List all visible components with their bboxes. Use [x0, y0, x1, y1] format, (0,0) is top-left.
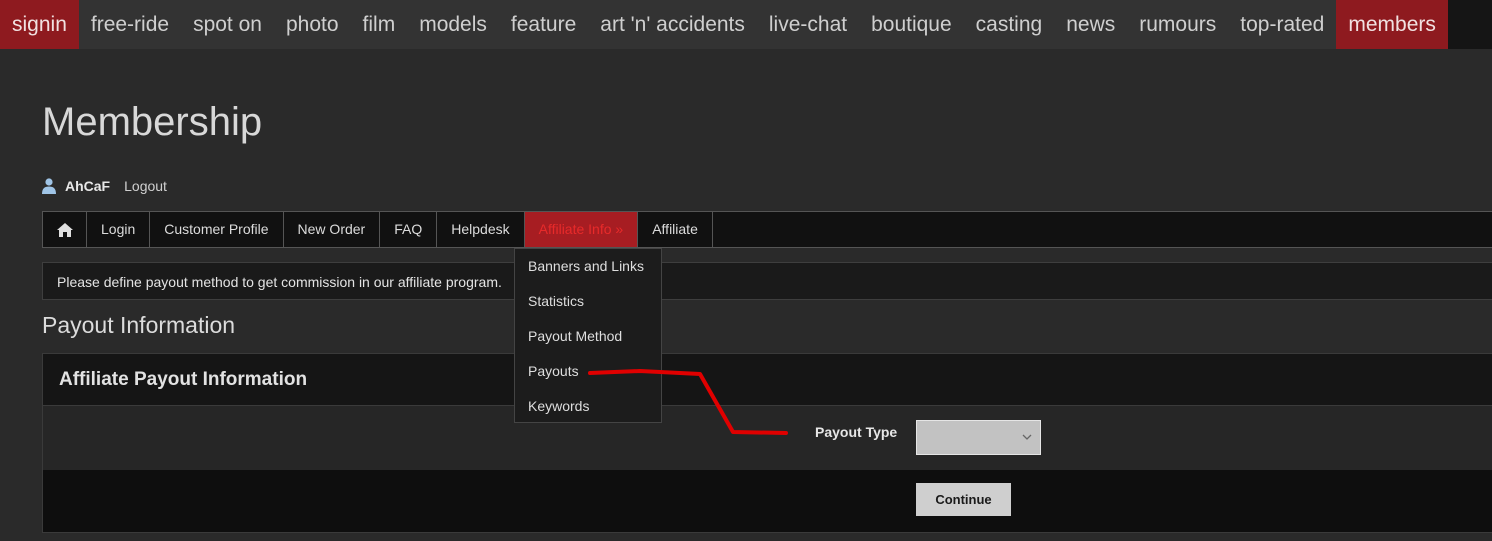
nav-free-ride[interactable]: free-ride [78, 0, 182, 49]
affiliate-info-dropdown: Banners and Links Statistics Payout Meth… [514, 248, 662, 423]
tab-affiliate[interactable]: Affiliate [638, 212, 713, 247]
menu-item-statistics[interactable]: Statistics [515, 284, 661, 319]
tab-affiliate-info-label: Affiliate Info [538, 221, 612, 237]
nav-spot-on[interactable]: spot on [181, 0, 274, 49]
nav-models[interactable]: models [407, 0, 499, 49]
username: AhCaF [65, 178, 111, 194]
menu-item-payouts[interactable]: Payouts [515, 354, 661, 389]
top-nav: signin free-ride spot on photo film mode… [0, 0, 1492, 49]
home-icon [56, 222, 73, 237]
nav-casting[interactable]: casting [963, 0, 1055, 49]
nav-members[interactable]: members [1336, 0, 1448, 49]
nav-live-chat[interactable]: live-chat [756, 0, 860, 49]
nav-news[interactable]: news [1054, 0, 1128, 49]
logout-link[interactable]: Logout [124, 178, 167, 194]
nav-film[interactable]: film [350, 0, 408, 49]
nav-art-n-accidents[interactable]: art 'n' accidents [588, 0, 757, 49]
user-bar: AhCaF Logout [42, 176, 167, 196]
section-title: Payout Information [42, 312, 236, 338]
nav-signin[interactable]: signin [0, 0, 79, 49]
panel-title: Affiliate Payout Information [43, 354, 1492, 406]
menu-item-keywords[interactable]: Keywords [515, 389, 661, 424]
payout-type-select[interactable] [916, 420, 1041, 455]
page-title: Membership [42, 100, 263, 144]
payout-type-label: Payout Type [815, 424, 898, 440]
nav-photo[interactable]: photo [273, 0, 351, 49]
payout-type-row: Payout Type [43, 406, 1492, 470]
menu-item-payout-method[interactable]: Payout Method [515, 319, 661, 354]
continue-button[interactable]: Continue [916, 483, 1011, 516]
tab-new-order[interactable]: New Order [284, 212, 381, 247]
nav-boutique[interactable]: boutique [859, 0, 964, 49]
chevron-down-icon [1022, 434, 1032, 440]
tab-helpdesk[interactable]: Helpdesk [437, 212, 525, 247]
payout-panel: Affiliate Payout Information Payout Type… [42, 353, 1492, 533]
tab-login[interactable]: Login [87, 212, 151, 247]
user-icon [42, 178, 56, 194]
tab-faq[interactable]: FAQ [380, 212, 438, 247]
nav-filler [1447, 0, 1492, 49]
notice-bar: Please define payout method to get commi… [42, 262, 1492, 300]
nav-rumours[interactable]: rumours [1127, 0, 1229, 49]
menu-item-banners-and-links[interactable]: Banners and Links [515, 249, 661, 284]
dropdown-arrow: » [611, 221, 624, 237]
tab-customer-profile[interactable]: Customer Profile [150, 212, 284, 247]
member-nav: Login Customer Profile New Order FAQ Hel… [42, 211, 1492, 248]
panel-footer: Continue [43, 470, 1492, 532]
nav-top-rated[interactable]: top-rated [1228, 0, 1337, 49]
tab-affiliate-info[interactable]: Affiliate Info » [524, 212, 639, 247]
home-button[interactable] [43, 212, 87, 247]
nav-feature[interactable]: feature [498, 0, 589, 49]
